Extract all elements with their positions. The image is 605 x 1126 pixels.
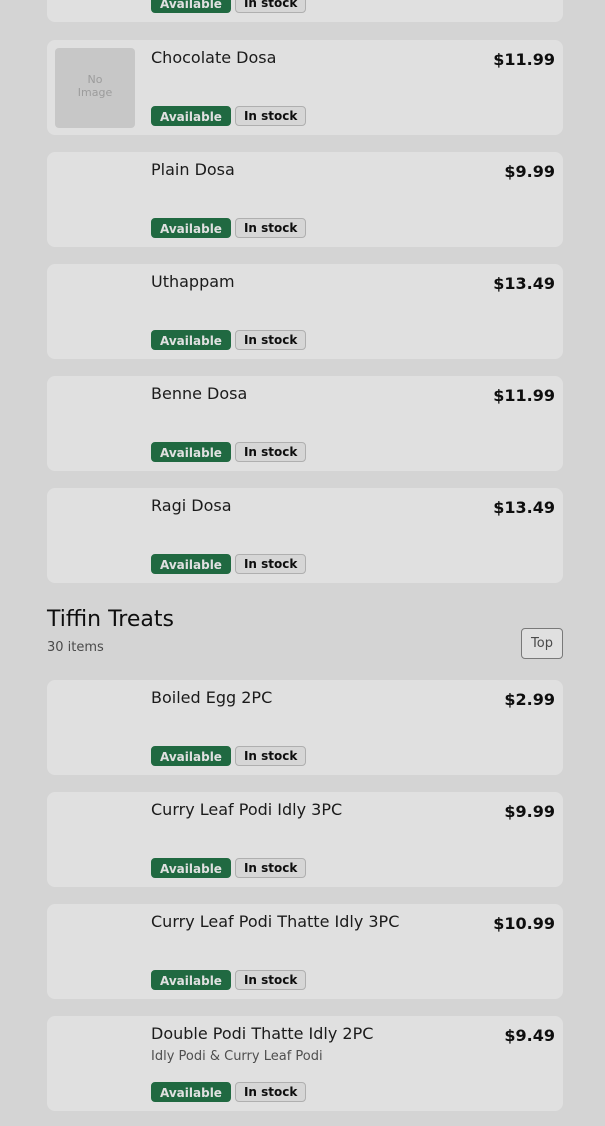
stock-badge: In stock	[234, 554, 307, 574]
badge-group: Available In stock	[151, 218, 310, 238]
item-price: $13.49	[493, 274, 555, 293]
stock-badge: In stock	[234, 442, 307, 462]
item-price: $9.49	[504, 1026, 555, 1045]
badge-group: Available In stock	[151, 1082, 310, 1102]
item-image	[55, 800, 135, 880]
item-image	[55, 688, 135, 768]
menu-item-card[interactable]: Uthappam $13.49 Available In stock	[47, 264, 563, 359]
menu-item-card[interactable]: Curry Leaf Podi Idly 3PC $9.99 Available…	[47, 792, 563, 887]
section-title: Tiffin Treats	[47, 607, 174, 632]
available-badge: Available	[151, 858, 231, 878]
available-badge: Available	[151, 218, 231, 238]
scroll-top-button[interactable]: Top	[521, 628, 563, 659]
menu-item-card[interactable]: Boiled Egg 2PC $2.99 Available In stock	[47, 680, 563, 775]
badge-group: Available In stock	[151, 106, 310, 126]
menu-item-card[interactable]: Double Podi Thatte Idly 2PC Idly Podi & …	[47, 1016, 563, 1111]
badge-group: Available In stock	[151, 442, 310, 462]
menu-item-card[interactable]: No Image Chocolate Dosa $11.99 Available I…	[47, 40, 563, 135]
item-name: Ragi Dosa	[151, 496, 232, 515]
available-badge: Available	[151, 0, 231, 13]
item-price: $9.99	[504, 162, 555, 181]
menu-item-card[interactable]: Available In stock	[47, 0, 563, 22]
menu-item-card[interactable]: Curry Leaf Podi Thatte Idly 3PC $10.99 A…	[47, 904, 563, 999]
available-badge: Available	[151, 554, 231, 574]
badge-group: Available In stock	[151, 970, 310, 990]
item-image	[55, 1024, 135, 1104]
stock-badge: In stock	[234, 1082, 307, 1102]
menu-item-card[interactable]: Ragi Dosa $13.49 Available In stock	[47, 488, 563, 583]
stock-badge: In stock	[234, 746, 307, 766]
item-price: $9.99	[504, 802, 555, 821]
item-price: $10.99	[493, 914, 555, 933]
menu-item-card[interactable]: Benne Dosa $11.99 Available In stock	[47, 376, 563, 471]
item-name: Double Podi Thatte Idly 2PC	[151, 1024, 374, 1043]
stock-badge: In stock	[234, 0, 307, 13]
item-image	[55, 272, 135, 352]
badge-group: Available In stock	[151, 0, 310, 13]
badge-group: Available In stock	[151, 330, 310, 350]
item-image	[55, 496, 135, 576]
menu-item-card[interactable]: Plain Dosa $9.99 Available In stock	[47, 152, 563, 247]
item-name: Boiled Egg 2PC	[151, 688, 273, 707]
item-image	[55, 160, 135, 240]
badge-group: Available In stock	[151, 858, 310, 878]
badge-group: Available In stock	[151, 746, 310, 766]
placeholder-text: No Image	[77, 73, 113, 99]
item-price: $11.99	[493, 386, 555, 405]
available-badge: Available	[151, 442, 231, 462]
item-name: Curry Leaf Podi Idly 3PC	[151, 800, 343, 819]
item-name: Plain Dosa	[151, 160, 235, 179]
stock-badge: In stock	[234, 330, 307, 350]
item-image	[55, 384, 135, 464]
stock-badge: In stock	[234, 970, 307, 990]
stock-badge: In stock	[234, 106, 307, 126]
no-image-placeholder: No Image	[55, 48, 135, 128]
item-price: $13.49	[493, 498, 555, 517]
section-item-count: 30 items	[47, 640, 104, 655]
item-name: Benne Dosa	[151, 384, 248, 403]
stock-badge: In stock	[234, 858, 307, 878]
badge-group: Available In stock	[151, 554, 310, 574]
available-badge: Available	[151, 746, 231, 766]
item-description: Idly Podi & Curry Leaf Podi	[151, 1049, 323, 1064]
item-price: $2.99	[504, 690, 555, 709]
item-price: $11.99	[493, 50, 555, 69]
stock-badge: In stock	[234, 218, 307, 238]
available-badge: Available	[151, 970, 231, 990]
item-name: Chocolate Dosa	[151, 48, 277, 67]
item-name: Curry Leaf Podi Thatte Idly 3PC	[151, 912, 400, 931]
item-image	[55, 912, 135, 992]
available-badge: Available	[151, 330, 231, 350]
item-name: Uthappam	[151, 272, 235, 291]
available-badge: Available	[151, 106, 231, 126]
available-badge: Available	[151, 1082, 231, 1102]
